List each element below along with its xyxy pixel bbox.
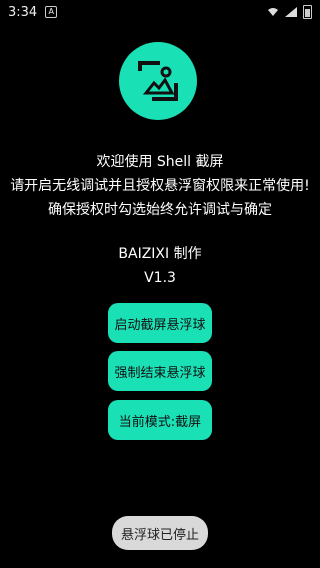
instruction-line: 请开启无线调试并且授权悬浮窗权限来正常使用! [10, 178, 310, 194]
version-line: V1.3 [144, 270, 176, 286]
current-mode-button[interactable]: 当前模式:截屏 [108, 400, 212, 440]
stop-float-button[interactable]: 强制结束悬浮球 [108, 351, 212, 391]
status-time: 3:34 [8, 4, 38, 20]
toast-message: 悬浮球已停止 [112, 516, 208, 550]
app-logo [119, 42, 197, 120]
battery-icon [303, 5, 312, 19]
welcome-line: 欢迎使用 Shell 截屏 [96, 154, 224, 170]
welcome-text: 欢迎使用 Shell 截屏 请开启无线调试并且授权悬浮窗权限来正常使用! 确保授… [0, 150, 320, 222]
status-left: 3:34 A [8, 4, 58, 20]
start-float-button[interactable]: 启动截屏悬浮球 [108, 303, 212, 343]
author-line: BAIZIXI 制作 [118, 246, 202, 262]
signal-icon [285, 7, 297, 17]
status-bar: 3:34 A [0, 0, 320, 24]
status-right [267, 5, 312, 19]
authorization-line: 确保授权时勾选始终允许调试与确定 [48, 202, 272, 218]
notification-icon: A [45, 6, 58, 18]
wifi-icon [268, 8, 278, 16]
screenshot-icon [138, 61, 178, 101]
credits: BAIZIXI 制作 V1.3 [0, 242, 320, 290]
